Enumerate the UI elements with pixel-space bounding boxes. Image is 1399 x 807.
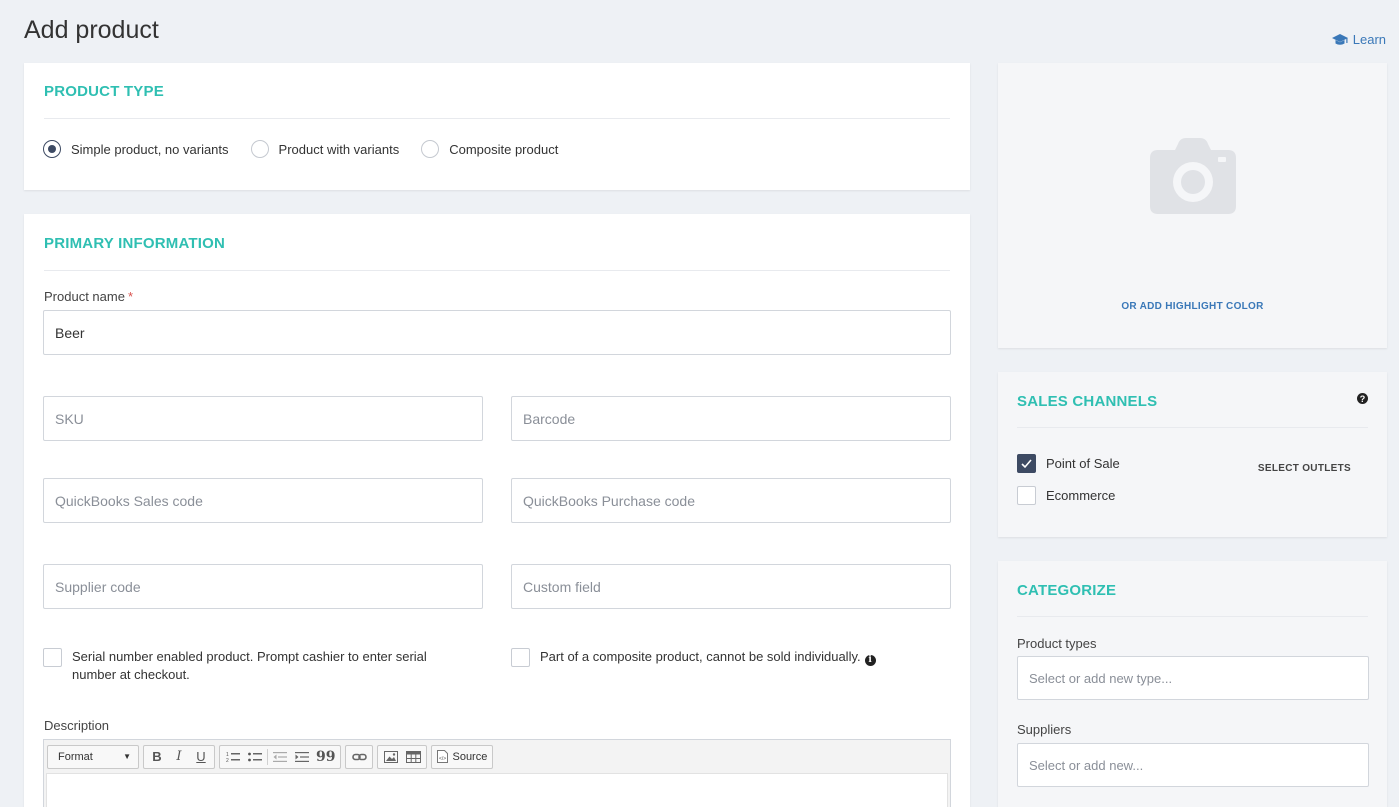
source-group: </> Source	[431, 744, 494, 769]
list-group: 12 99	[219, 744, 342, 769]
bold-button[interactable]: B	[147, 747, 167, 767]
description-editor: Format ▼ B I U 12 99 </> Source	[43, 739, 951, 807]
sales-channels-card: SALES CHANNELS ? Point of Sale Ecommerce…	[998, 372, 1387, 537]
composite-part-label: Part of a composite product, cannot be s…	[540, 649, 861, 664]
check-icon	[1021, 459, 1032, 469]
supplier-code-input[interactable]: Supplier code	[43, 564, 483, 609]
quickbooks-sales-code-input[interactable]: QuickBooks Sales code	[43, 478, 483, 523]
format-label: Format	[58, 750, 93, 763]
learn-label: Learn	[1352, 32, 1386, 47]
source-button[interactable]: </> Source	[435, 747, 489, 767]
radio-simple-product[interactable]: Simple product, no variants	[43, 140, 229, 158]
product-name-label: Product name *	[44, 289, 133, 304]
product-types-select[interactable]: Select or add new type...	[1017, 656, 1369, 700]
radio-product-with-variants[interactable]: Product with variants	[250, 140, 400, 158]
suppliers-label: Suppliers	[1017, 722, 1072, 737]
learn-link[interactable]: Learn	[1331, 32, 1386, 47]
camera-icon[interactable]	[1150, 138, 1236, 214]
sku-input[interactable]: SKU	[43, 396, 483, 441]
underline-button[interactable]: U	[191, 747, 211, 767]
link-group	[345, 744, 374, 769]
description-label: Description	[44, 718, 110, 733]
italic-button[interactable]: I	[169, 747, 189, 767]
channel-ecommerce[interactable]: Ecommerce	[1017, 486, 1115, 505]
description-textarea[interactable]	[46, 773, 948, 807]
source-label: Source	[452, 750, 488, 763]
divider	[1017, 616, 1368, 617]
barcode-input[interactable]: Barcode	[511, 396, 951, 441]
radio-label: Product with variants	[278, 141, 400, 157]
bulleted-list-icon[interactable]	[245, 747, 265, 767]
quickbooks-purchase-code-input[interactable]: QuickBooks Purchase code	[511, 478, 951, 523]
serial-number-option[interactable]: Serial number enabled product. Prompt ca…	[43, 648, 463, 684]
toolbar-separator	[267, 748, 268, 765]
radio-label: Composite product	[449, 141, 559, 157]
caret-down-icon: ▼	[123, 752, 131, 761]
product-name-label-text: Product name	[44, 289, 125, 304]
channel-point-of-sale[interactable]: Point of Sale	[1017, 454, 1120, 473]
add-highlight-color-link[interactable]: OR ADD HIGHLIGHT COLOR	[998, 301, 1387, 312]
editor-toolbar: Format ▼ B I U 12 99 </> Source	[44, 740, 950, 773]
composite-part-label-wrap: Part of a composite product, cannot be s…	[540, 648, 876, 666]
blockquote-button[interactable]: 99	[314, 747, 337, 767]
text-style-group: B I U	[143, 744, 215, 769]
composite-part-checkbox[interactable]	[511, 648, 530, 667]
help-icon[interactable]: ?	[1357, 393, 1368, 404]
required-mark: *	[127, 289, 133, 304]
radio-composite-product[interactable]: Composite product	[421, 140, 558, 158]
sales-channels-title: SALES CHANNELS	[1017, 393, 1158, 410]
svg-text:</>: </>	[439, 756, 446, 762]
link-icon[interactable]	[349, 747, 369, 767]
page-title: Add product	[24, 16, 159, 44]
product-name-input[interactable]: Beer	[43, 310, 951, 355]
format-dropdown[interactable]: Format ▼	[51, 747, 135, 767]
channel-label: Ecommerce	[1046, 487, 1116, 503]
primary-information-title: PRIMARY INFORMATION	[44, 235, 226, 252]
product-type-options: Simple product, no variants Product with…	[43, 140, 580, 158]
select-outlets-button[interactable]: SELECT OUTLETS	[1258, 463, 1351, 474]
insert-group	[377, 744, 428, 769]
divider	[44, 118, 950, 119]
primary-information-card: PRIMARY INFORMATION Product name * Beer S…	[24, 214, 970, 807]
radio-button[interactable]	[43, 140, 61, 158]
graduation-cap-icon	[1331, 33, 1348, 45]
product-image-card[interactable]: OR ADD HIGHLIGHT COLOR	[998, 63, 1387, 348]
radio-label: Simple product, no variants	[71, 141, 229, 157]
divider	[44, 270, 950, 271]
radio-button[interactable]	[250, 140, 269, 158]
divider	[1017, 427, 1368, 428]
categorize-card: CATEGORIZE Product types Select or add n…	[998, 561, 1387, 807]
serial-number-label: Serial number enabled product. Prompt ca…	[72, 649, 427, 682]
serial-number-checkbox[interactable]	[43, 648, 62, 667]
suppliers-select[interactable]: Select or add new...	[1017, 743, 1369, 787]
indent-icon[interactable]	[292, 747, 312, 767]
svg-text:2: 2	[226, 758, 229, 763]
ecommerce-checkbox[interactable]	[1017, 486, 1036, 505]
point-of-sale-checkbox[interactable]	[1017, 454, 1036, 473]
numbered-list-icon[interactable]: 12	[223, 747, 243, 767]
product-type-title: PRODUCT TYPE	[44, 83, 164, 100]
source-icon: </>	[437, 750, 449, 763]
info-icon[interactable]: i	[864, 654, 876, 666]
image-icon[interactable]	[381, 747, 401, 767]
composite-part-option[interactable]: Part of a composite product, cannot be s…	[511, 648, 951, 667]
product-types-label: Product types	[1017, 636, 1097, 651]
format-group: Format ▼	[47, 744, 139, 769]
categorize-title: CATEGORIZE	[1017, 582, 1117, 599]
product-type-card: PRODUCT TYPE Simple product, no variants…	[24, 63, 970, 190]
radio-button[interactable]	[421, 140, 440, 158]
table-icon[interactable]	[403, 747, 423, 767]
channel-label: Point of Sale	[1046, 455, 1120, 471]
custom-field-input[interactable]: Custom field	[511, 564, 951, 609]
outdent-icon[interactable]	[270, 747, 290, 767]
